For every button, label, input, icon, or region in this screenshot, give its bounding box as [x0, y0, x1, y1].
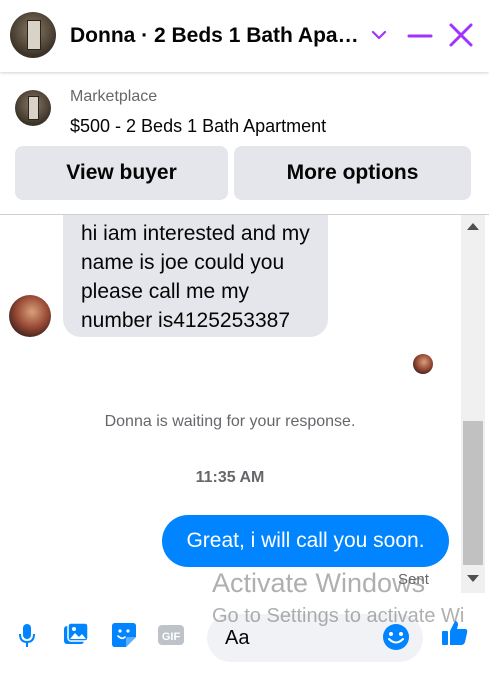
outgoing-message: Great, i will call you soon.: [162, 515, 449, 567]
incoming-message: hi iam interested and my name is joe cou…: [63, 215, 328, 337]
view-buyer-button[interactable]: View buyer: [15, 146, 228, 200]
photo-icon[interactable]: [61, 620, 91, 650]
scrollbar-thumb[interactable]: [463, 421, 483, 565]
more-options-button[interactable]: More options: [234, 146, 471, 200]
chat-header: Donna · 2 Beds 1 Bath Apa…: [0, 0, 489, 72]
watermark-line-2: Go to Settings to activate Wi: [212, 605, 465, 627]
scrollbar[interactable]: [461, 215, 485, 593]
minimize-icon[interactable]: [405, 20, 435, 50]
chevron-down-icon[interactable]: [364, 20, 394, 50]
listing-thumbnail[interactable]: [15, 90, 51, 126]
scroll-down-arrow-icon[interactable]: [467, 575, 479, 582]
marketplace-listing: Marketplace $500 - 2 Beds 1 Bath Apartme…: [0, 80, 489, 210]
conversation-avatar[interactable]: [10, 12, 56, 58]
message-input-placeholder: Aa: [225, 627, 250, 649]
listing-source: Marketplace: [70, 88, 158, 105]
watermark-line-1: Activate Windows: [212, 568, 426, 598]
message-timestamp: 11:35 AM: [195, 469, 265, 486]
close-icon[interactable]: [446, 20, 476, 50]
incoming-message-text: hi iam interested and my name is joe cou…: [81, 222, 310, 332]
message-list: hi iam interested and my name is joe cou…: [0, 215, 460, 595]
read-receipt-avatar: [413, 354, 433, 374]
activate-windows-watermark: Activate Windows Go to Settings to activ…: [212, 568, 464, 628]
sender-avatar[interactable]: [9, 295, 51, 337]
conversation-title[interactable]: Donna · 2 Beds 1 Bath Apa…: [70, 24, 360, 48]
waiting-status: Donna is waiting for your response.: [104, 413, 356, 430]
microphone-icon[interactable]: [12, 620, 42, 650]
scroll-up-arrow-icon[interactable]: [467, 223, 479, 230]
listing-title[interactable]: $500 - 2 Beds 1 Bath Apartment: [70, 116, 326, 137]
gif-icon[interactable]: GIF: [156, 620, 186, 650]
svg-text:GIF: GIF: [162, 631, 181, 643]
sticker-icon[interactable]: [109, 620, 139, 650]
